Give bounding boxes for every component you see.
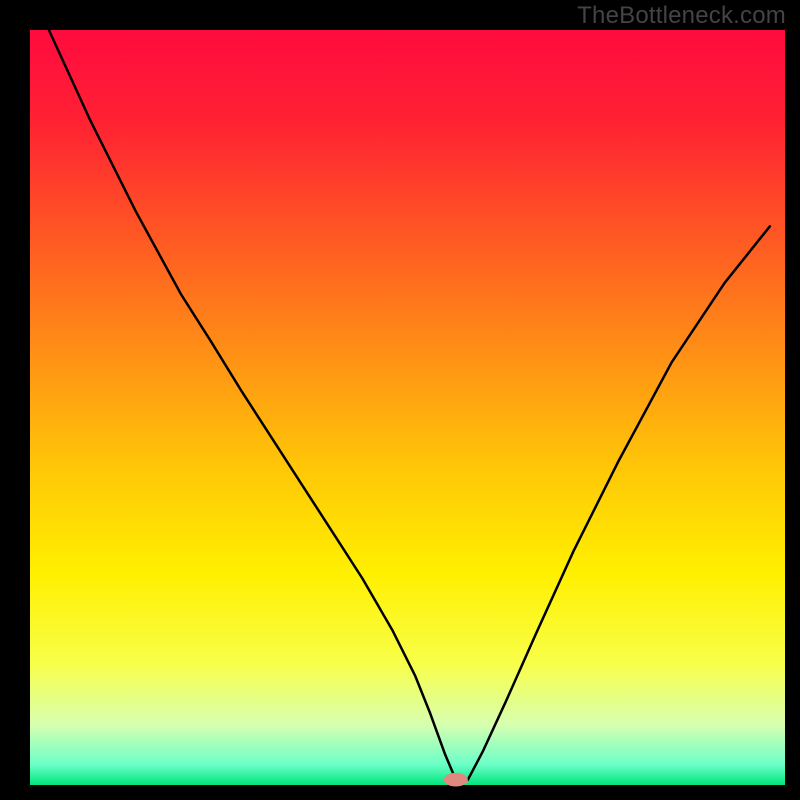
plot-background — [30, 30, 785, 785]
watermark-label: TheBottleneck.com — [577, 2, 786, 30]
optimal-point-marker — [444, 773, 468, 787]
chart-container: TheBottleneck.com — [0, 0, 800, 800]
bottleneck-chart — [0, 0, 800, 800]
